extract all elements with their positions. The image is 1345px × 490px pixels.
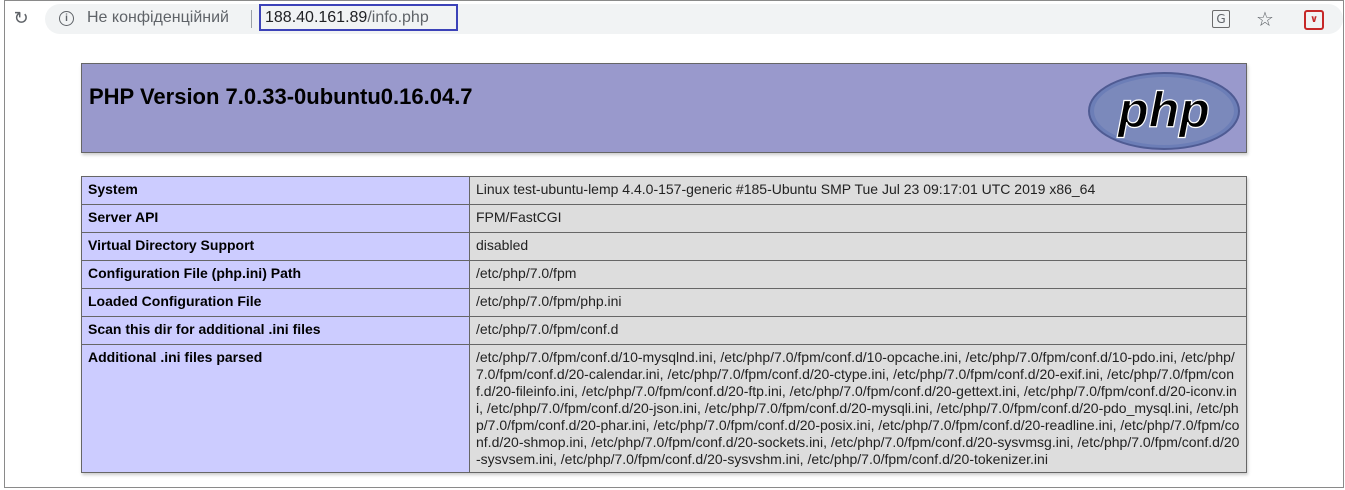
php-logo-text: php	[1116, 82, 1210, 138]
table-row: Server API FPM/FastCGI	[81, 204, 1247, 233]
address-bar[interactable]: i Не конфіденційний 188.40.161.89/info.p…	[45, 4, 1343, 34]
row-key: Loaded Configuration File	[81, 288, 470, 317]
table-row: System Linux test-ubuntu-lemp 4.4.0-157-g…	[81, 176, 1247, 205]
address-separator	[251, 10, 252, 28]
browser-window: ↻ i Не конфіденційний 188.40.161.89/info…	[4, 0, 1344, 488]
url-host: 188.40.161.89	[265, 9, 368, 26]
php-header: PHP Version 7.0.33-0ubuntu0.16.04.7 php	[81, 63, 1247, 153]
row-key: Virtual Directory Support	[81, 232, 470, 261]
row-value: /etc/php/7.0/fpm/conf.d/10-mysqlnd.ini, …	[469, 344, 1247, 473]
row-key: Scan this dir for additional .ini files	[81, 316, 470, 345]
url-text[interactable]: 188.40.161.89/info.php	[265, 9, 429, 27]
translate-icon[interactable]: G	[1212, 10, 1230, 28]
table-row: Scan this dir for additional .ini files /…	[81, 316, 1247, 345]
row-value: disabled	[469, 232, 1247, 261]
info-table: System Linux test-ubuntu-lemp 4.4.0-157-g…	[81, 176, 1247, 473]
table-row: Virtual Directory Support disabled	[81, 232, 1247, 261]
table-row: Loaded Configuration File/etc/php/7.0/fp…	[81, 288, 1247, 317]
info-icon[interactable]: i	[59, 11, 74, 26]
not-secure-label[interactable]: Не конфіденційний	[87, 9, 229, 27]
row-value: /etc/php/7.0/fpm/conf.d	[469, 316, 1247, 345]
url-path: /info.php	[367, 9, 429, 26]
table-row: Additional .ini files parsed/etc/php/7.0…	[81, 344, 1247, 473]
row-key: Server API	[81, 204, 470, 233]
row-value: FPM/FastCGI	[469, 204, 1247, 233]
row-key: Additional .ini files parsed	[81, 344, 470, 473]
browser-toolbar: ↻ i Не конфіденційний 188.40.161.89/info…	[5, 1, 1343, 37]
row-value: /etc/php/7.0/fpm	[469, 260, 1247, 289]
php-logo: php	[1088, 72, 1240, 150]
table-row: Configuration File (php.ini) Path/etc/ph…	[81, 260, 1247, 289]
row-value: Linux test-ubuntu-lemp 4.4.0-157-generic…	[469, 176, 1247, 205]
row-key: System	[81, 176, 470, 205]
row-key: Configuration File (php.ini) Path	[81, 260, 470, 289]
reload-icon[interactable]: ↻	[11, 9, 31, 29]
pocket-extension-icon[interactable]: ∨	[1304, 10, 1324, 30]
page-title: PHP Version 7.0.33-0ubuntu0.16.04.7	[89, 84, 473, 109]
star-icon[interactable]: ☆	[1255, 9, 1275, 29]
row-value: /etc/php/7.0/fpm/php.ini	[469, 288, 1247, 317]
